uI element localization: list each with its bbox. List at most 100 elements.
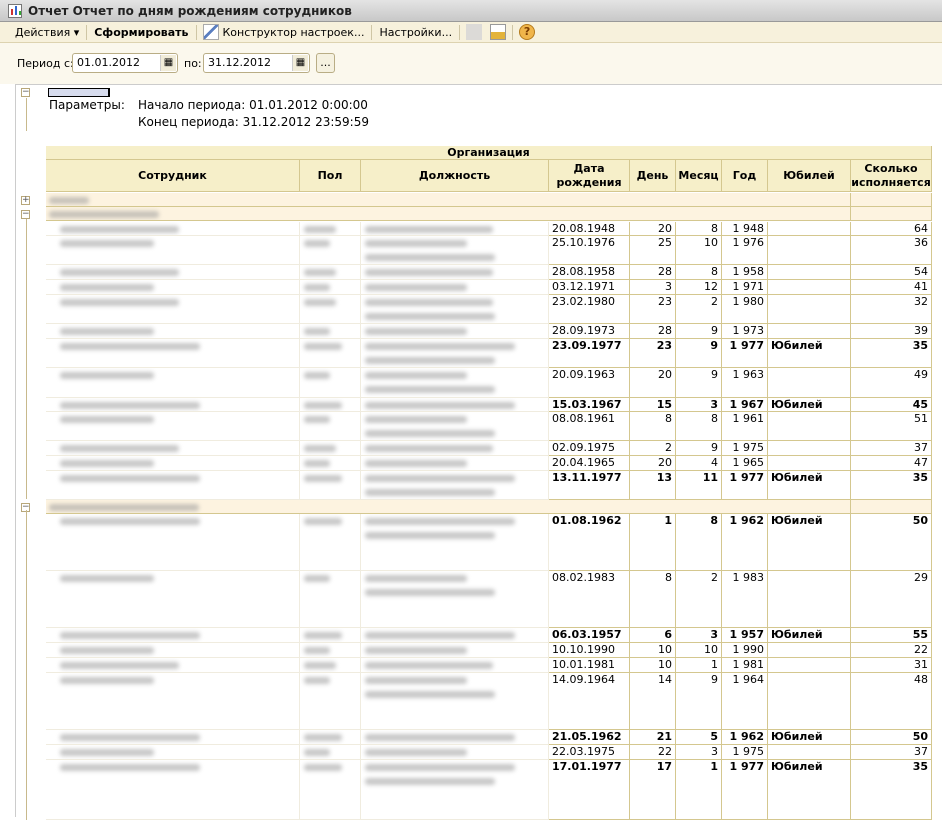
jubilee-cell: Юбилей [768, 514, 851, 571]
group-row[interactable] [46, 500, 851, 514]
jubilee-cell: Юбилей [768, 339, 851, 368]
calendar-icon[interactable]: ▦ [160, 55, 176, 71]
position-cell [361, 456, 549, 471]
period-from-input[interactable]: 01.01.2012 ▦ [72, 53, 178, 73]
column-header: Юбилей [768, 160, 851, 192]
redacted-text [365, 589, 495, 596]
employee-cell [46, 295, 300, 324]
redacted-text [60, 284, 154, 291]
day-cell: 20 [630, 368, 676, 398]
day-cell: 17 [630, 760, 676, 820]
redacted-text [304, 269, 337, 276]
date-cell: 03.12.1971 [549, 280, 630, 295]
employee-cell [46, 456, 300, 471]
age-cell: 29 [851, 571, 932, 628]
save-settings-icon[interactable] [490, 24, 507, 40]
calendar-icon[interactable]: ▦ [292, 55, 308, 71]
employee-cell [46, 368, 300, 398]
window-titlebar: Отчет Отчет по дням рождениям сотруднико… [0, 0, 942, 22]
age-cell: 55 [851, 628, 932, 643]
age-cell: 47 [851, 456, 932, 471]
day-cell: 8 [630, 412, 676, 441]
day-cell: 20 [630, 222, 676, 236]
group-row[interactable] [46, 207, 851, 221]
gender-cell [300, 514, 361, 571]
jubilee-cell [768, 441, 851, 456]
year-cell: 1 980 [722, 295, 768, 324]
redacted-text [60, 677, 154, 684]
date-cell: 01.08.1962 [549, 514, 630, 571]
settings-constructor-button[interactable]: Конструктор настроек... [223, 26, 370, 39]
collapse-group-toggle[interactable]: − [21, 210, 30, 219]
jubilee-cell: Юбилей [768, 398, 851, 412]
position-cell [361, 673, 549, 730]
gender-cell [300, 658, 361, 673]
gender-cell [300, 456, 361, 471]
settings-button[interactable]: Настройки... [374, 26, 457, 39]
date-cell: 06.03.1957 [549, 628, 630, 643]
report-icon [8, 3, 22, 18]
position-cell [361, 658, 549, 673]
gender-cell [300, 628, 361, 643]
year-cell: 1 964 [722, 673, 768, 730]
date-cell: 15.03.1967 [549, 398, 630, 412]
redacted-text [304, 749, 330, 756]
group-row[interactable] [46, 193, 851, 207]
report-area: − Параметры: Начало периода: 01.01.2012 … [15, 84, 942, 820]
gender-cell [300, 673, 361, 730]
jubilee-cell [768, 673, 851, 730]
year-cell: 1 965 [722, 456, 768, 471]
month-cell: 10 [676, 236, 722, 265]
employee-cell [46, 236, 300, 265]
day-cell: 21 [630, 730, 676, 745]
redacted-text [304, 764, 342, 771]
period-from-value: 01.01.2012 [77, 56, 140, 69]
redacted-text [60, 460, 154, 467]
params-label: Параметры: [49, 98, 125, 112]
redacted-text [60, 749, 154, 756]
age-cell: 37 [851, 441, 932, 456]
position-cell [361, 643, 549, 658]
period-panel: Период с: 01.01.2012 ▦ по: 31.12.2012 ▦ ..… [0, 43, 942, 84]
date-cell: 14.09.1964 [549, 673, 630, 730]
year-cell: 1 961 [722, 412, 768, 441]
load-settings-icon[interactable] [466, 24, 483, 40]
help-icon[interactable]: ? [519, 24, 536, 40]
month-cell: 1 [676, 760, 722, 820]
date-cell: 13.11.1977 [549, 471, 630, 500]
month-cell: 8 [676, 265, 722, 280]
redacted-text [304, 734, 342, 741]
position-cell [361, 745, 549, 760]
gender-cell [300, 398, 361, 412]
age-cell: 36 [851, 236, 932, 265]
period-select-button[interactable]: ... [316, 53, 335, 73]
age-cell: 41 [851, 280, 932, 295]
redacted-text [365, 402, 515, 409]
redacted-text [60, 328, 154, 335]
redacted-text [60, 445, 179, 452]
gender-cell [300, 441, 361, 456]
year-cell: 1 971 [722, 280, 768, 295]
jubilee-cell [768, 324, 851, 339]
expand-group-toggle[interactable]: + [21, 196, 30, 205]
age-cell: 22 [851, 643, 932, 658]
actions-menu[interactable]: Действия ▾ [10, 26, 84, 39]
employee-cell [46, 339, 300, 368]
column-header: Сотрудник [46, 160, 300, 192]
jubilee-cell [768, 295, 851, 324]
collapse-params-toggle[interactable]: − [21, 88, 30, 97]
period-to-input[interactable]: 31.12.2012 ▦ [203, 53, 310, 73]
generate-button[interactable]: Сформировать [89, 26, 193, 39]
redacted-text [365, 662, 493, 669]
redacted-text [365, 647, 467, 654]
year-cell: 1 990 [722, 643, 768, 658]
jubilee-cell [768, 456, 851, 471]
redacted-text [60, 269, 179, 276]
age-cell: 50 [851, 730, 932, 745]
group-header: Организация [46, 146, 932, 160]
redacted-text [304, 284, 330, 291]
jubilee-cell [768, 643, 851, 658]
month-cell: 4 [676, 456, 722, 471]
column-header: Пол [300, 160, 361, 192]
day-cell: 14 [630, 673, 676, 730]
